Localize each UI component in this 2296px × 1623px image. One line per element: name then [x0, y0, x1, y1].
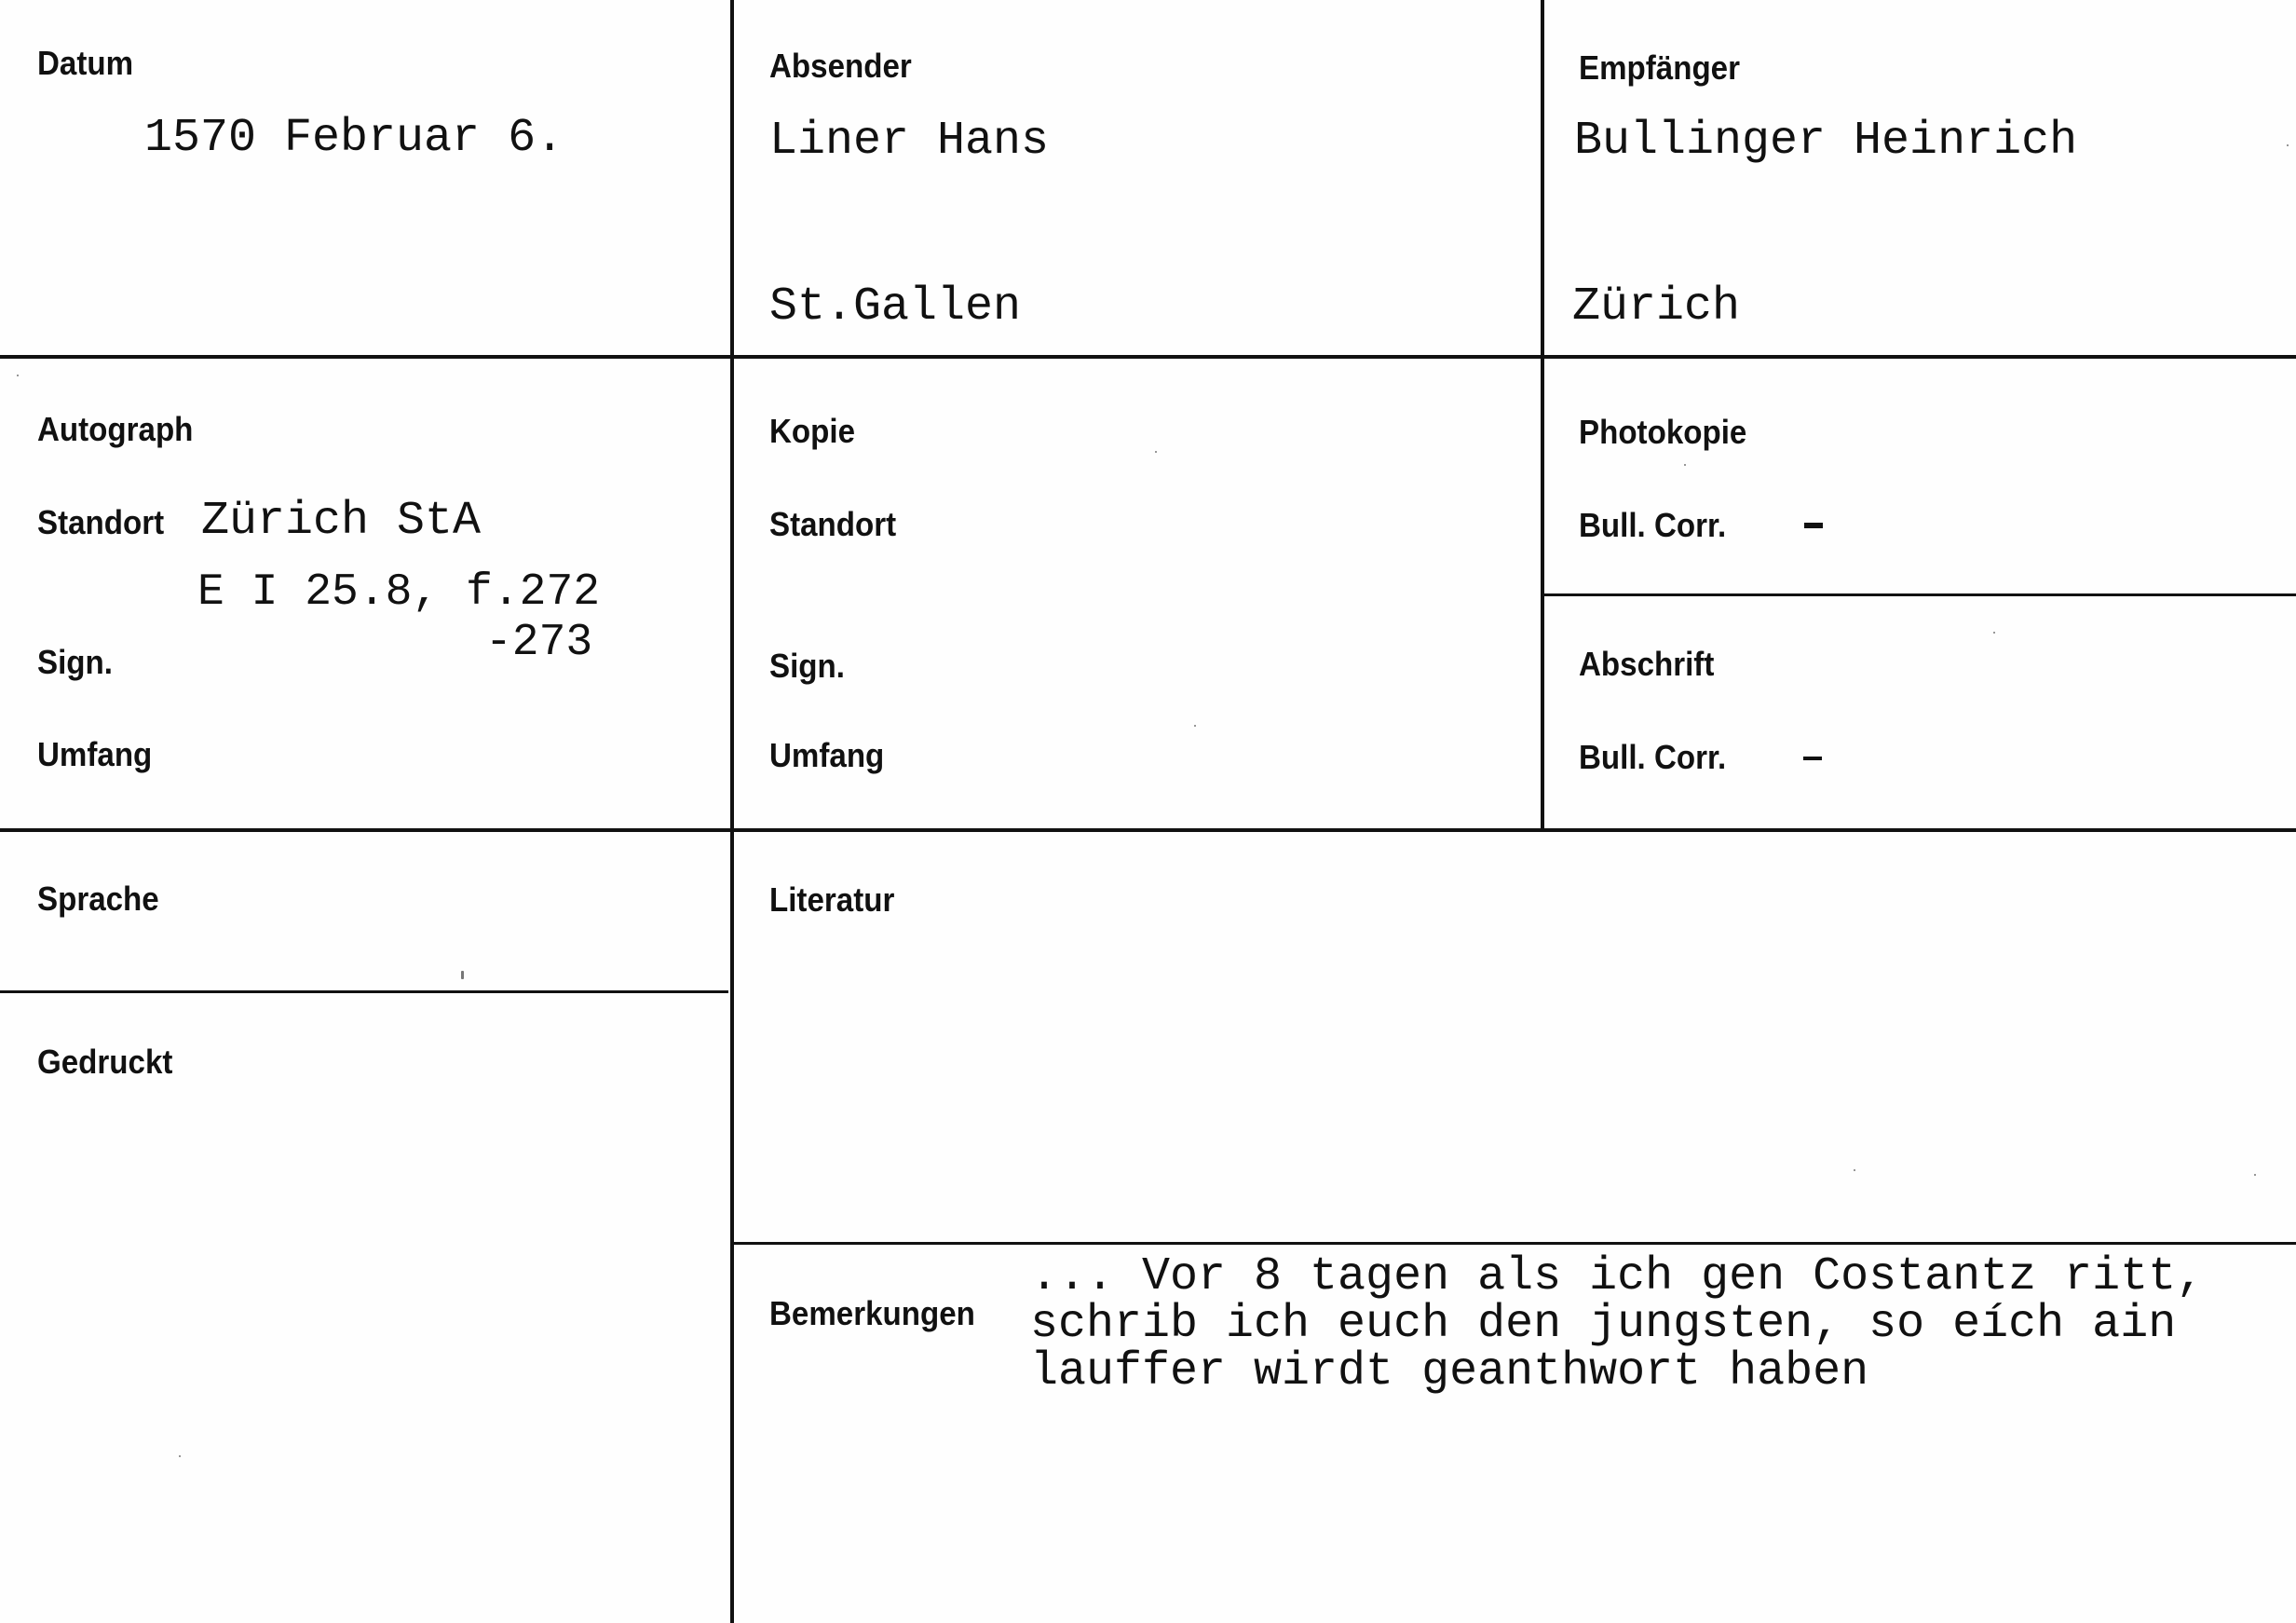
absender-name: Liner Hans — [769, 115, 1050, 168]
kopie-sign-label: Sign. — [769, 647, 845, 685]
autograph-umfang-label: Umfang — [37, 735, 153, 773]
kopie-umfang-label: Umfang — [769, 736, 885, 774]
scan-speck — [1684, 464, 1686, 466]
scan-speck — [1854, 1169, 1855, 1171]
bemerkungen-line: ... Vor 8 tagen als ich gen Costantz rit… — [1030, 1250, 2205, 1303]
literatur-label: Literatur — [769, 880, 895, 919]
horizontal-rule-bemerkungen — [732, 1242, 2296, 1245]
photokopie-dash — [1804, 523, 1823, 528]
datum-label: Datum — [37, 44, 134, 82]
bemerkungen-label: Bemerkungen — [769, 1294, 975, 1332]
index-card: Datum 1570 Februar 6. Absender Liner Han… — [0, 0, 2296, 1623]
abschrift-bull-corr-label: Bull. Corr. — [1579, 738, 1727, 776]
autograph-standort-label: Standort — [37, 503, 165, 541]
scan-speck — [17, 375, 19, 376]
kopie-label: Kopie — [769, 412, 856, 450]
horizontal-rule-middle — [0, 828, 2296, 832]
scan-speck — [2287, 144, 2289, 146]
empfaenger-label: Empfänger — [1579, 48, 1741, 87]
autograph-standort-value: Zürich StA — [201, 495, 482, 548]
empfaenger-name: Bullinger Heinrich — [1574, 115, 2078, 168]
vertical-rule-left — [730, 0, 734, 1623]
photokopie-label: Photokopie — [1579, 413, 1747, 451]
scan-speck — [179, 1455, 181, 1457]
photokopie-bull-corr-label: Bull. Corr. — [1579, 506, 1727, 544]
horizontal-rule-top — [0, 355, 2296, 359]
sprache-tick-mark — [461, 971, 464, 979]
vertical-rule-right — [1541, 0, 1544, 832]
scan-speck — [1993, 632, 1995, 634]
bemerkungen-line: schrib ich euch den jungsten, so eích ai… — [1030, 1298, 2177, 1351]
abschrift-dash — [1803, 757, 1822, 760]
gedruckt-label: Gedruckt — [37, 1043, 173, 1081]
scan-speck — [1194, 725, 1196, 727]
horizontal-rule-photokopie — [1542, 593, 2296, 596]
absender-label: Absender — [769, 47, 912, 85]
absender-place: St.Gallen — [769, 280, 1022, 334]
kopie-standort-label: Standort — [769, 505, 897, 543]
scan-speck — [1155, 451, 1157, 453]
bemerkungen-line: lauffer wirdt geanthwort haben — [1030, 1345, 1869, 1398]
scan-speck — [2254, 1174, 2256, 1176]
autograph-signatur-line2: -273 — [485, 618, 593, 668]
sprache-label: Sprache — [37, 880, 159, 918]
horizontal-rule-sprache — [0, 990, 728, 993]
autograph-signatur-line1: E I 25.8, f.272 — [197, 567, 601, 618]
autograph-sign-label: Sign. — [37, 643, 113, 681]
abschrift-label: Abschrift — [1579, 645, 1715, 683]
autograph-label: Autograph — [37, 410, 194, 448]
datum-value: 1570 Februar 6. — [144, 112, 564, 165]
empfaenger-place: Zürich — [1572, 280, 1741, 334]
